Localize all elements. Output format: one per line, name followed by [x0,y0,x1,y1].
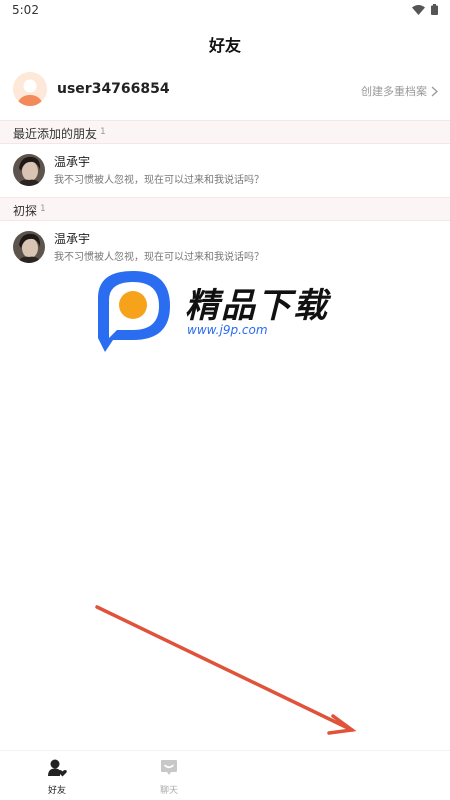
watermark-text: 精品下载 [185,286,329,326]
avatar[interactable] [13,72,47,106]
status-time: 5:02 [12,3,39,17]
section-count: 1 [40,204,46,214]
tab-bar: 好友 聊天 [0,750,450,800]
section-header-explore: 初探 1 [0,197,450,221]
tab-chat-label: 聊天 [159,786,178,796]
tab-chat[interactable]: 聊天 [139,759,199,796]
friends-icon [48,759,67,777]
list-item[interactable]: 温承宇 我不习惯被人忽视，现在可以过来和我说话吗？ [0,223,450,271]
section-count: 1 [100,127,106,137]
default-avatar-icon [13,72,47,106]
watermark: 精品下载 www.j9p.com [95,268,355,358]
section-header-recent: 最近添加的朋友 1 [0,120,450,144]
section-title: 初探 [13,204,38,218]
chevron-right-icon [431,86,438,96]
friend-message: 我不习惯被人忽视，现在可以过来和我说话吗？ [54,175,264,186]
battery-icon [431,4,438,15]
avatar[interactable] [13,231,45,263]
wifi-icon [412,4,425,15]
section-title: 最近添加的朋友 [13,127,98,141]
watermark-url: www.j9p.com [187,323,268,337]
status-icons [412,4,438,15]
watermark-logo-icon [98,271,170,352]
friend-name: 温承宇 [54,232,91,246]
avatar[interactable] [13,154,45,186]
page-title: 好友 [208,36,241,55]
tab-friends[interactable]: 好友 [27,759,87,796]
friend-name: 温承宇 [54,155,91,169]
chat-icon [161,760,177,775]
friend-message: 我不习惯被人忽视，现在可以过来和我说话吗？ [54,252,264,263]
character-avatar-icon [13,154,45,186]
list-item[interactable]: 温承宇 我不习惯被人忽视，现在可以过来和我说话吗？ [0,146,450,194]
create-profile-link[interactable]: 创建多重档案 [361,83,438,99]
create-profile-label: 创建多重档案 [361,85,427,98]
profile-username: user34766854 [57,81,170,97]
profile-row[interactable]: user34766854 创建多重档案 [0,68,450,112]
character-avatar-icon [13,231,45,263]
tab-friends-label: 好友 [47,786,66,796]
status-bar: 5:02 [0,0,450,22]
